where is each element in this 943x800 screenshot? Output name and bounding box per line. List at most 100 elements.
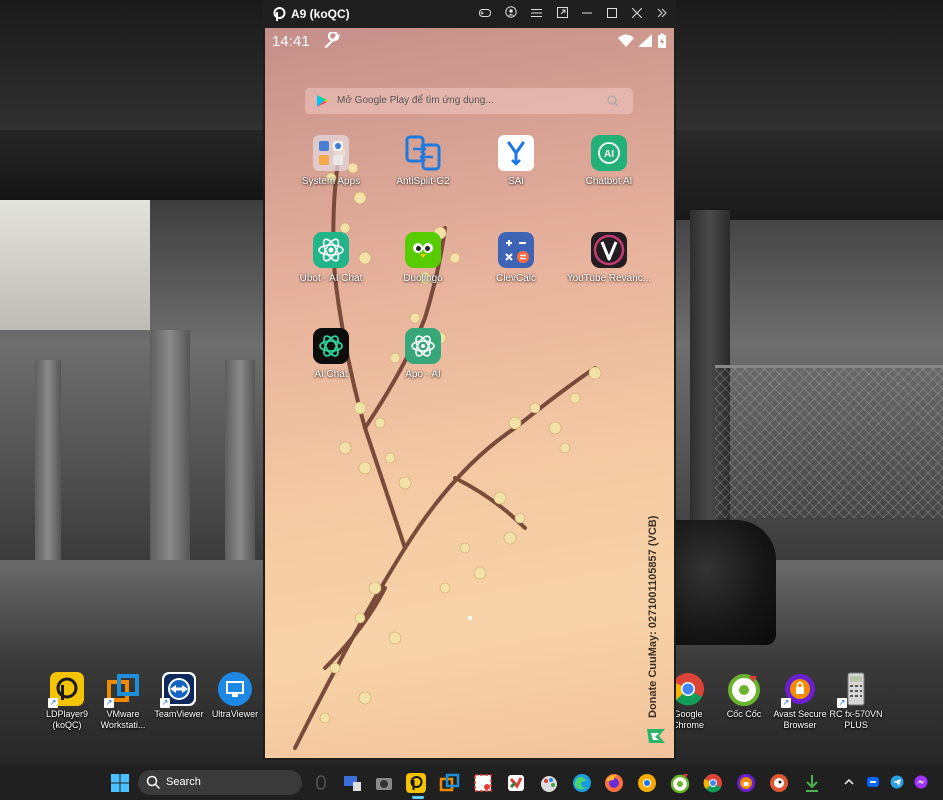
taskbar-search[interactable]: Search	[138, 770, 302, 795]
teamviewer-icon: ↗	[160, 672, 196, 708]
app-label: Ubot - AI Chat	[299, 273, 363, 284]
desktop-icon-label: VMware Workstati...	[100, 709, 146, 730]
app-youtube-revanced[interactable]: YouTube Revanc...	[564, 232, 654, 284]
edge-icon[interactable]	[571, 772, 593, 794]
gamepad-icon[interactable]	[476, 5, 494, 23]
app-label: YouTube Revanc...	[566, 273, 652, 284]
app-label: Duolingo	[403, 273, 443, 284]
app-label: ClevCalc	[495, 273, 536, 284]
duckduckgo-icon[interactable]	[768, 772, 790, 794]
app-antisplit[interactable]: AntiSplit-G2	[378, 135, 468, 187]
signal-icon	[638, 34, 652, 47]
search-icon	[146, 775, 161, 790]
mouse-icon[interactable]	[310, 772, 332, 794]
wallpaper-pillar	[150, 330, 190, 565]
popout-icon[interactable]	[553, 5, 571, 23]
avast-taskbar-icon[interactable]	[735, 772, 757, 794]
shortcut-arrow-icon: ↗	[837, 698, 847, 708]
shortcut-arrow-icon: ↗	[48, 698, 58, 708]
coccoc-taskbar-icon[interactable]	[669, 772, 691, 794]
search-icon[interactable]	[607, 95, 619, 107]
avast-browser-icon: ↗	[781, 672, 817, 708]
emulator-title: A9 (koQC)	[291, 7, 350, 21]
desktop-icon-teamviewer[interactable]: ↗ TeamViewer	[148, 672, 210, 720]
desktop-icon-vmware[interactable]: ↗ VMware Workstati...	[92, 672, 154, 731]
ai-chat-icon	[313, 328, 349, 364]
desktop-icon-calculator[interactable]: ↗ RC fx-570VN PLUS	[825, 672, 887, 731]
app-label: System Apps	[301, 176, 361, 187]
windows-start-icon[interactable]	[110, 773, 130, 793]
cuumay-logo-icon	[647, 729, 665, 743]
chrome-icon	[671, 672, 705, 706]
app-duolingo[interactable]: Duolingo	[378, 232, 468, 284]
app-apo-ai[interactable]: Apo - AI	[378, 328, 468, 380]
app-sai[interactable]: SAI	[471, 135, 561, 187]
paint-app-icon[interactable]	[538, 772, 560, 794]
duolingo-icon	[405, 232, 441, 268]
desktop-icon-ultraviewer[interactable]: UltraViewer	[204, 672, 266, 720]
google-play-icon	[317, 95, 329, 107]
app-label: AI Chat	[314, 369, 348, 380]
app-ai-chat[interactable]: AI Chat	[286, 328, 376, 380]
wallpaper-fence	[715, 365, 943, 518]
desktop-icon-coccoc[interactable]: Cốc Cốc	[713, 672, 775, 720]
zalo-tray-icon[interactable]	[866, 775, 880, 789]
desktop-icon-label: Cốc Cốc	[726, 709, 762, 719]
wallpaper-pillar	[35, 360, 61, 560]
telegram-tray-icon[interactable]	[890, 775, 904, 789]
sai-icon	[498, 135, 534, 171]
status-time: 14:41	[272, 33, 310, 50]
google-play-search-bar[interactable]: Mở Google Play để tìm ứng dụng...	[305, 88, 633, 114]
maximize-icon[interactable]	[603, 5, 621, 23]
ldplayer-icon: ↗	[48, 672, 84, 708]
svg-text:AI: AI	[604, 149, 614, 160]
chevron-up-icon[interactable]	[842, 775, 856, 789]
snipping-tool-icon[interactable]	[472, 772, 494, 794]
chrome-canary-icon[interactable]	[636, 772, 658, 794]
vmware-taskbar-icon[interactable]	[439, 772, 461, 794]
expand-sidebar-icon[interactable]	[653, 5, 671, 23]
app-clevcalc[interactable]: ClevCalc	[471, 232, 561, 284]
active-app-indicator	[412, 796, 424, 799]
windows-taskbar: Search	[0, 765, 943, 800]
camera-app-icon[interactable]	[373, 772, 395, 794]
app-chatbot-ai[interactable]: AI Chatbot AI	[564, 135, 654, 187]
shortcut-arrow-icon: ↗	[160, 698, 170, 708]
taskbar-search-label: Search	[166, 776, 201, 788]
desktop-icon-ldplayer[interactable]: ↗ LDPlayer9 (koQC)	[36, 672, 98, 731]
apo-ai-icon	[405, 328, 441, 364]
shortcut-arrow-icon: ↗	[781, 698, 791, 708]
wallpaper-overpass-right	[676, 130, 943, 220]
firefox-icon[interactable]	[603, 772, 625, 794]
system-apps-folder-icon	[313, 135, 349, 171]
page-indicator	[468, 616, 472, 620]
chrome-taskbar-icon[interactable]	[702, 772, 724, 794]
menu-icon[interactable]	[527, 5, 545, 23]
app-label: Apo - AI	[405, 369, 441, 380]
wallpaper-overpass-left	[0, 130, 265, 200]
minimize-icon[interactable]	[578, 5, 596, 23]
desktop-icon-label: LDPlayer9 (koQC)	[45, 709, 89, 730]
office-app-icon[interactable]	[505, 772, 527, 794]
app-ubot-ai-chat[interactable]: Ubot - AI Chat	[286, 232, 376, 284]
calculator-icon: ↗	[837, 672, 873, 708]
close-icon[interactable]	[628, 5, 646, 23]
app-system-apps[interactable]: System Apps	[286, 135, 376, 187]
emulator-titlebar[interactable]: A9 (koQC)	[263, 0, 676, 28]
download-icon[interactable]	[801, 772, 823, 794]
donate-watermark: Donate CuuMay: 0271001105857 (VCB)	[647, 515, 659, 718]
status-icons	[618, 33, 666, 48]
ldplayer-taskbar-icon[interactable]	[405, 772, 427, 794]
clevcalc-icon	[498, 232, 534, 268]
ldplayer-logo-icon	[273, 7, 286, 21]
account-icon[interactable]	[502, 5, 520, 23]
device-manager-icon[interactable]	[341, 772, 363, 794]
shortcut-arrow-icon: ↗	[104, 698, 114, 708]
messenger-tray-icon[interactable]	[914, 775, 928, 789]
desktop-icon-label: RC fx-570VN PLUS	[829, 709, 883, 730]
app-label: SAI	[507, 176, 525, 187]
ubot-ai-icon	[313, 232, 349, 268]
android-screen[interactable]: 14:41 Mở Google Play để tìm ứng dụng...	[265, 28, 674, 758]
wallpaper-car	[676, 520, 776, 645]
desktop-icon-avast-browser[interactable]: ↗ Avast Secure Browser	[769, 672, 831, 731]
